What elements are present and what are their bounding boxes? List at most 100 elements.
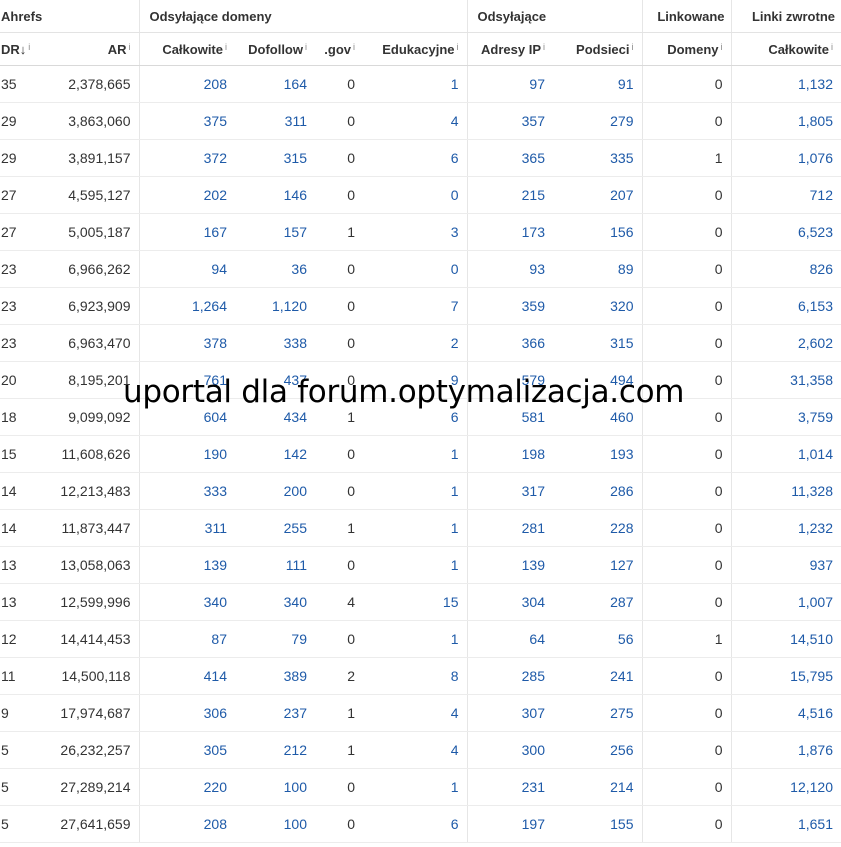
cell-subnets[interactable]: 193: [553, 435, 642, 473]
info-icon[interactable]: i: [225, 42, 227, 52]
column-header-dofollow[interactable]: Dofollow i: [235, 32, 315, 66]
cell-total-backlinks[interactable]: 3,759: [730, 398, 841, 436]
cell-ip-addresses[interactable]: 365: [466, 139, 553, 177]
cell-subnets[interactable]: 315: [553, 324, 642, 362]
cell-dofollow[interactable]: 338: [235, 324, 315, 362]
cell-total-backlinks[interactable]: 937: [730, 546, 841, 584]
cell-total-backlinks[interactable]: 6,153: [730, 287, 841, 325]
cell-edu[interactable]: 9: [363, 361, 467, 399]
cell-ip-addresses[interactable]: 93: [466, 250, 553, 288]
cell-subnets[interactable]: 241: [553, 657, 642, 695]
cell-ip-addresses[interactable]: 359: [466, 287, 553, 325]
cell-edu[interactable]: 2: [363, 324, 467, 362]
cell-ip-addresses[interactable]: 231: [466, 768, 553, 806]
cell-total-domains[interactable]: 305: [138, 731, 235, 769]
cell-edu[interactable]: 8: [363, 657, 467, 695]
column-header-edu[interactable]: Edukacyjne i: [363, 32, 467, 66]
info-icon[interactable]: i: [305, 42, 307, 52]
cell-subnets[interactable]: 286: [553, 472, 642, 510]
cell-subnets[interactable]: 214: [553, 768, 642, 806]
cell-dofollow[interactable]: 79: [235, 620, 315, 658]
cell-edu[interactable]: 1: [363, 435, 467, 473]
cell-edu[interactable]: 6: [363, 805, 467, 843]
cell-ip-addresses[interactable]: 307: [466, 694, 553, 732]
cell-ip-addresses[interactable]: 173: [466, 213, 553, 251]
cell-dofollow[interactable]: 315: [235, 139, 315, 177]
cell-total-domains[interactable]: 139: [138, 546, 235, 584]
cell-dofollow[interactable]: 111: [235, 546, 315, 584]
cell-total-domains[interactable]: 190: [138, 435, 235, 473]
cell-total-domains[interactable]: 378: [138, 324, 235, 362]
cell-dofollow[interactable]: 100: [235, 768, 315, 806]
cell-edu[interactable]: 3: [363, 213, 467, 251]
cell-edu[interactable]: 4: [363, 102, 467, 140]
cell-edu[interactable]: 4: [363, 731, 467, 769]
cell-total-backlinks[interactable]: 6,523: [730, 213, 841, 251]
cell-ip-addresses[interactable]: 300: [466, 731, 553, 769]
cell-total-domains[interactable]: 306: [138, 694, 235, 732]
cell-total-domains[interactable]: 1,264: [138, 287, 235, 325]
cell-dofollow[interactable]: 437: [235, 361, 315, 399]
cell-edu[interactable]: 1: [363, 65, 467, 103]
cell-total-backlinks[interactable]: 11,328: [730, 472, 841, 510]
cell-dofollow[interactable]: 340: [235, 583, 315, 621]
cell-total-domains[interactable]: 604: [138, 398, 235, 436]
info-icon[interactable]: i: [129, 42, 131, 52]
cell-subnets[interactable]: 335: [553, 139, 642, 177]
column-header-ip-addresses[interactable]: Adresy IP i: [466, 32, 553, 66]
cell-ip-addresses[interactable]: 139: [466, 546, 553, 584]
cell-total-backlinks[interactable]: 31,358: [730, 361, 841, 399]
cell-dofollow[interactable]: 157: [235, 213, 315, 251]
cell-dofollow[interactable]: 36: [235, 250, 315, 288]
cell-edu[interactable]: 1: [363, 620, 467, 658]
cell-edu[interactable]: 0: [363, 250, 467, 288]
cell-dofollow[interactable]: 164: [235, 65, 315, 103]
cell-edu[interactable]: 0: [363, 176, 467, 214]
cell-dofollow[interactable]: 212: [235, 731, 315, 769]
cell-total-domains[interactable]: 340: [138, 583, 235, 621]
cell-edu[interactable]: 15: [363, 583, 467, 621]
cell-edu[interactable]: 6: [363, 398, 467, 436]
info-icon[interactable]: i: [632, 42, 634, 52]
cell-total-domains[interactable]: 220: [138, 768, 235, 806]
cell-subnets[interactable]: 207: [553, 176, 642, 214]
cell-subnets[interactable]: 460: [553, 398, 642, 436]
cell-total-backlinks[interactable]: 1,805: [730, 102, 841, 140]
cell-total-backlinks[interactable]: 4,516: [730, 694, 841, 732]
cell-ip-addresses[interactable]: 97: [466, 65, 553, 103]
cell-total-backlinks[interactable]: 1,232: [730, 509, 841, 547]
cell-ip-addresses[interactable]: 304: [466, 583, 553, 621]
cell-edu[interactable]: 1: [363, 546, 467, 584]
cell-edu[interactable]: 1: [363, 509, 467, 547]
cell-total-backlinks[interactable]: 1,014: [730, 435, 841, 473]
cell-edu[interactable]: 7: [363, 287, 467, 325]
cell-total-domains[interactable]: 311: [138, 509, 235, 547]
info-icon[interactable]: i: [353, 42, 355, 52]
cell-total-backlinks[interactable]: 712: [730, 176, 841, 214]
cell-subnets[interactable]: 279: [553, 102, 642, 140]
column-header-total-domains[interactable]: Całkowite i: [138, 32, 235, 66]
cell-edu[interactable]: 6: [363, 139, 467, 177]
cell-subnets[interactable]: 275: [553, 694, 642, 732]
cell-edu[interactable]: 1: [363, 768, 467, 806]
sort-desc-icon[interactable]: ↓: [20, 42, 27, 57]
cell-edu[interactable]: 1: [363, 472, 467, 510]
cell-ip-addresses[interactable]: 581: [466, 398, 553, 436]
cell-total-backlinks[interactable]: 14,510: [730, 620, 841, 658]
info-icon[interactable]: i: [721, 42, 723, 52]
cell-subnets[interactable]: 155: [553, 805, 642, 843]
cell-total-backlinks[interactable]: 1,651: [730, 805, 841, 843]
cell-ip-addresses[interactable]: 198: [466, 435, 553, 473]
cell-total-backlinks[interactable]: 1,007: [730, 583, 841, 621]
cell-total-domains[interactable]: 761: [138, 361, 235, 399]
info-icon[interactable]: i: [457, 42, 459, 52]
cell-subnets[interactable]: 494: [553, 361, 642, 399]
cell-total-backlinks[interactable]: 12,120: [730, 768, 841, 806]
column-header-linked-domains[interactable]: Domeny i: [641, 32, 731, 66]
cell-ip-addresses[interactable]: 579: [466, 361, 553, 399]
cell-ip-addresses[interactable]: 215: [466, 176, 553, 214]
column-header-gov[interactable]: .gov i: [315, 32, 363, 66]
cell-subnets[interactable]: 256: [553, 731, 642, 769]
cell-subnets[interactable]: 156: [553, 213, 642, 251]
cell-subnets[interactable]: 320: [553, 287, 642, 325]
